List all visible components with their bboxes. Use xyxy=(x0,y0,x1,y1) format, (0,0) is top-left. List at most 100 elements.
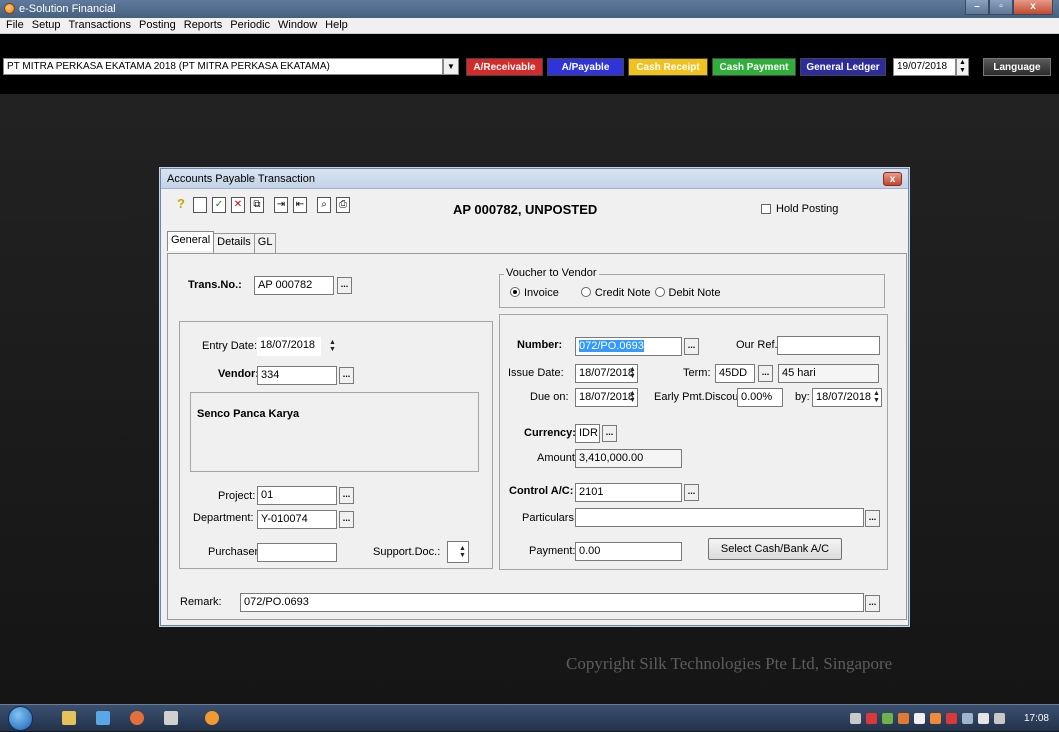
app-icon[interactable] xyxy=(164,711,178,725)
chevron-down-icon[interactable]: ▼ xyxy=(443,58,459,75)
credit-note-radio[interactable]: Credit Note xyxy=(580,287,651,299)
menu-setup[interactable]: Setup xyxy=(28,18,65,33)
print-icon[interactable]: ⎙ xyxy=(336,197,350,213)
tray-app-icon[interactable] xyxy=(897,713,909,724)
amount-field: 3,410,000.00 xyxy=(575,449,682,468)
issue-date-label: Issue Date: xyxy=(508,367,564,379)
particulars-lookup-button[interactable]: ... xyxy=(865,510,880,527)
company-select[interactable]: PT MITRA PERKASA EKATAMA 2018 (PT MITRA … xyxy=(3,58,443,75)
radio-icon[interactable] xyxy=(654,287,665,297)
currency-lookup-button[interactable]: ... xyxy=(602,425,617,442)
save-icon[interactable]: ✓ xyxy=(212,197,226,213)
voucher-radio-group: Invoice Credit Note Debit Note xyxy=(510,287,720,299)
tray-app-icon[interactable] xyxy=(929,713,941,724)
volume-icon[interactable] xyxy=(977,713,989,724)
delete-icon[interactable]: ✕ xyxy=(231,197,245,213)
project-lookup-button[interactable]: ... xyxy=(339,487,354,504)
date-spinner[interactable]: ▲ ▼ xyxy=(956,58,969,76)
payment-field[interactable]: 0.00 xyxy=(575,542,682,561)
ap-module-button[interactable]: A/Payable xyxy=(547,58,624,76)
preview-icon[interactable]: ⌕ xyxy=(317,197,331,213)
entry-date-spinner[interactable]: ▲ ▼ xyxy=(328,339,337,354)
term-lookup-button[interactable]: ... xyxy=(758,365,773,382)
general-ledger-module-button[interactable]: General Ledger xyxy=(800,58,886,76)
due-on-spinner[interactable]: ▲ ▼ xyxy=(628,390,637,405)
close-button[interactable]: x xyxy=(1013,0,1053,15)
new-icon[interactable] xyxy=(193,197,207,213)
invoice-label: Invoice xyxy=(524,287,559,299)
currency-field[interactable]: IDR xyxy=(575,424,600,443)
remark-field[interactable]: 072/PO.0693 xyxy=(240,593,864,612)
menu-file[interactable]: File xyxy=(2,18,28,33)
control-ac-field[interactable]: 2101 xyxy=(575,483,682,502)
term-field[interactable]: 45DD xyxy=(715,364,755,383)
start-button[interactable] xyxy=(8,706,33,731)
particulars-field[interactable] xyxy=(575,508,864,527)
department-field[interactable]: Y-010074 xyxy=(257,510,337,529)
export-icon[interactable]: ⇤ xyxy=(293,197,307,213)
remark-lookup-button[interactable]: ... xyxy=(865,595,880,612)
maximize-button[interactable]: ▫ xyxy=(989,0,1013,15)
browser-icon[interactable] xyxy=(130,711,144,725)
vendor-field[interactable]: 334 xyxy=(257,366,337,385)
dialog-close-button[interactable]: x xyxy=(883,172,902,186)
tray-app-icon[interactable] xyxy=(993,713,1005,724)
select-cash-bank-button[interactable]: Select Cash/Bank A/C xyxy=(708,538,842,560)
import-icon[interactable]: ⇥ xyxy=(274,197,288,213)
our-ref-field[interactable] xyxy=(777,336,880,355)
tray-arrow-icon[interactable] xyxy=(849,713,861,724)
esolution-taskbar-icon[interactable] xyxy=(205,711,219,725)
window-icon[interactable] xyxy=(96,711,110,725)
radio-icon[interactable] xyxy=(580,287,591,297)
amount-label: Amount: xyxy=(537,452,578,464)
department-lookup-button[interactable]: ... xyxy=(339,511,354,528)
tray-app-icon[interactable] xyxy=(865,713,877,724)
project-label: Project: xyxy=(218,490,256,502)
dialog-title: Accounts Payable Transaction xyxy=(167,173,315,185)
menu-help[interactable]: Help xyxy=(321,18,352,33)
tab-gl[interactable]: GL xyxy=(253,233,277,253)
menu-reports[interactable]: Reports xyxy=(180,18,227,33)
project-field[interactable]: 01 xyxy=(257,486,337,505)
tab-details[interactable]: Details xyxy=(213,233,255,253)
explorer-icon[interactable] xyxy=(62,711,76,725)
menu-posting[interactable]: Posting xyxy=(135,18,180,33)
issue-date-spinner[interactable]: ▲ ▼ xyxy=(628,366,637,381)
radio-selected-icon[interactable] xyxy=(510,287,520,297)
vendor-lookup-button[interactable]: ... xyxy=(339,367,354,384)
tray-app-icon[interactable] xyxy=(881,713,893,724)
trans-no-field[interactable]: AP 000782 xyxy=(254,276,334,295)
vendor-name-box: Senco Panca Karya xyxy=(190,392,479,472)
control-ac-lookup-button[interactable]: ... xyxy=(684,484,699,501)
entry-date-field[interactable]: 18/07/2018 xyxy=(257,337,321,356)
cash-payment-module-button[interactable]: Cash Payment xyxy=(712,58,796,76)
number-lookup-button[interactable]: ... xyxy=(684,338,699,355)
minimize-button[interactable]: – xyxy=(965,0,989,15)
flag-icon[interactable] xyxy=(913,713,925,724)
invoice-radio[interactable]: Invoice xyxy=(510,287,559,299)
tab-general[interactable]: General xyxy=(167,231,215,251)
checkbox-icon[interactable] xyxy=(761,204,771,214)
menu-periodic[interactable]: Periodic xyxy=(226,18,274,33)
menu-transactions[interactable]: Transactions xyxy=(64,18,135,33)
trans-no-lookup-button[interactable]: ... xyxy=(337,277,352,294)
system-date-field[interactable]: 19/07/2018 xyxy=(893,58,956,76)
support-doc-spinner[interactable]: ▲ ▼ xyxy=(458,545,467,560)
menu-window[interactable]: Window xyxy=(274,18,321,33)
ar-module-button[interactable]: A/Receivable xyxy=(466,58,543,76)
number-field[interactable]: 072/PO.0693 xyxy=(575,337,682,356)
clock[interactable]: 17:08 xyxy=(1024,713,1049,724)
purchaser-field[interactable] xyxy=(257,543,337,562)
copy-icon[interactable]: ⧉ xyxy=(250,197,264,213)
help-icon[interactable]: ? xyxy=(174,197,188,213)
hold-posting-checkbox[interactable]: Hold Posting xyxy=(761,203,838,215)
copyright-text: Copyright Silk Technologies Pte Ltd, Sin… xyxy=(566,654,893,673)
window-controls: – ▫ x xyxy=(965,0,1053,16)
cash-receipt-module-button[interactable]: Cash Receipt xyxy=(628,58,708,76)
by-date-spinner[interactable]: ▲ ▼ xyxy=(872,390,881,405)
language-button[interactable]: Language xyxy=(983,58,1051,76)
debit-note-radio[interactable]: Debit Note xyxy=(654,287,720,299)
early-discount-field[interactable]: 0.00% xyxy=(737,388,783,407)
network-icon[interactable] xyxy=(961,713,973,724)
tray-app-icon[interactable] xyxy=(945,713,957,724)
